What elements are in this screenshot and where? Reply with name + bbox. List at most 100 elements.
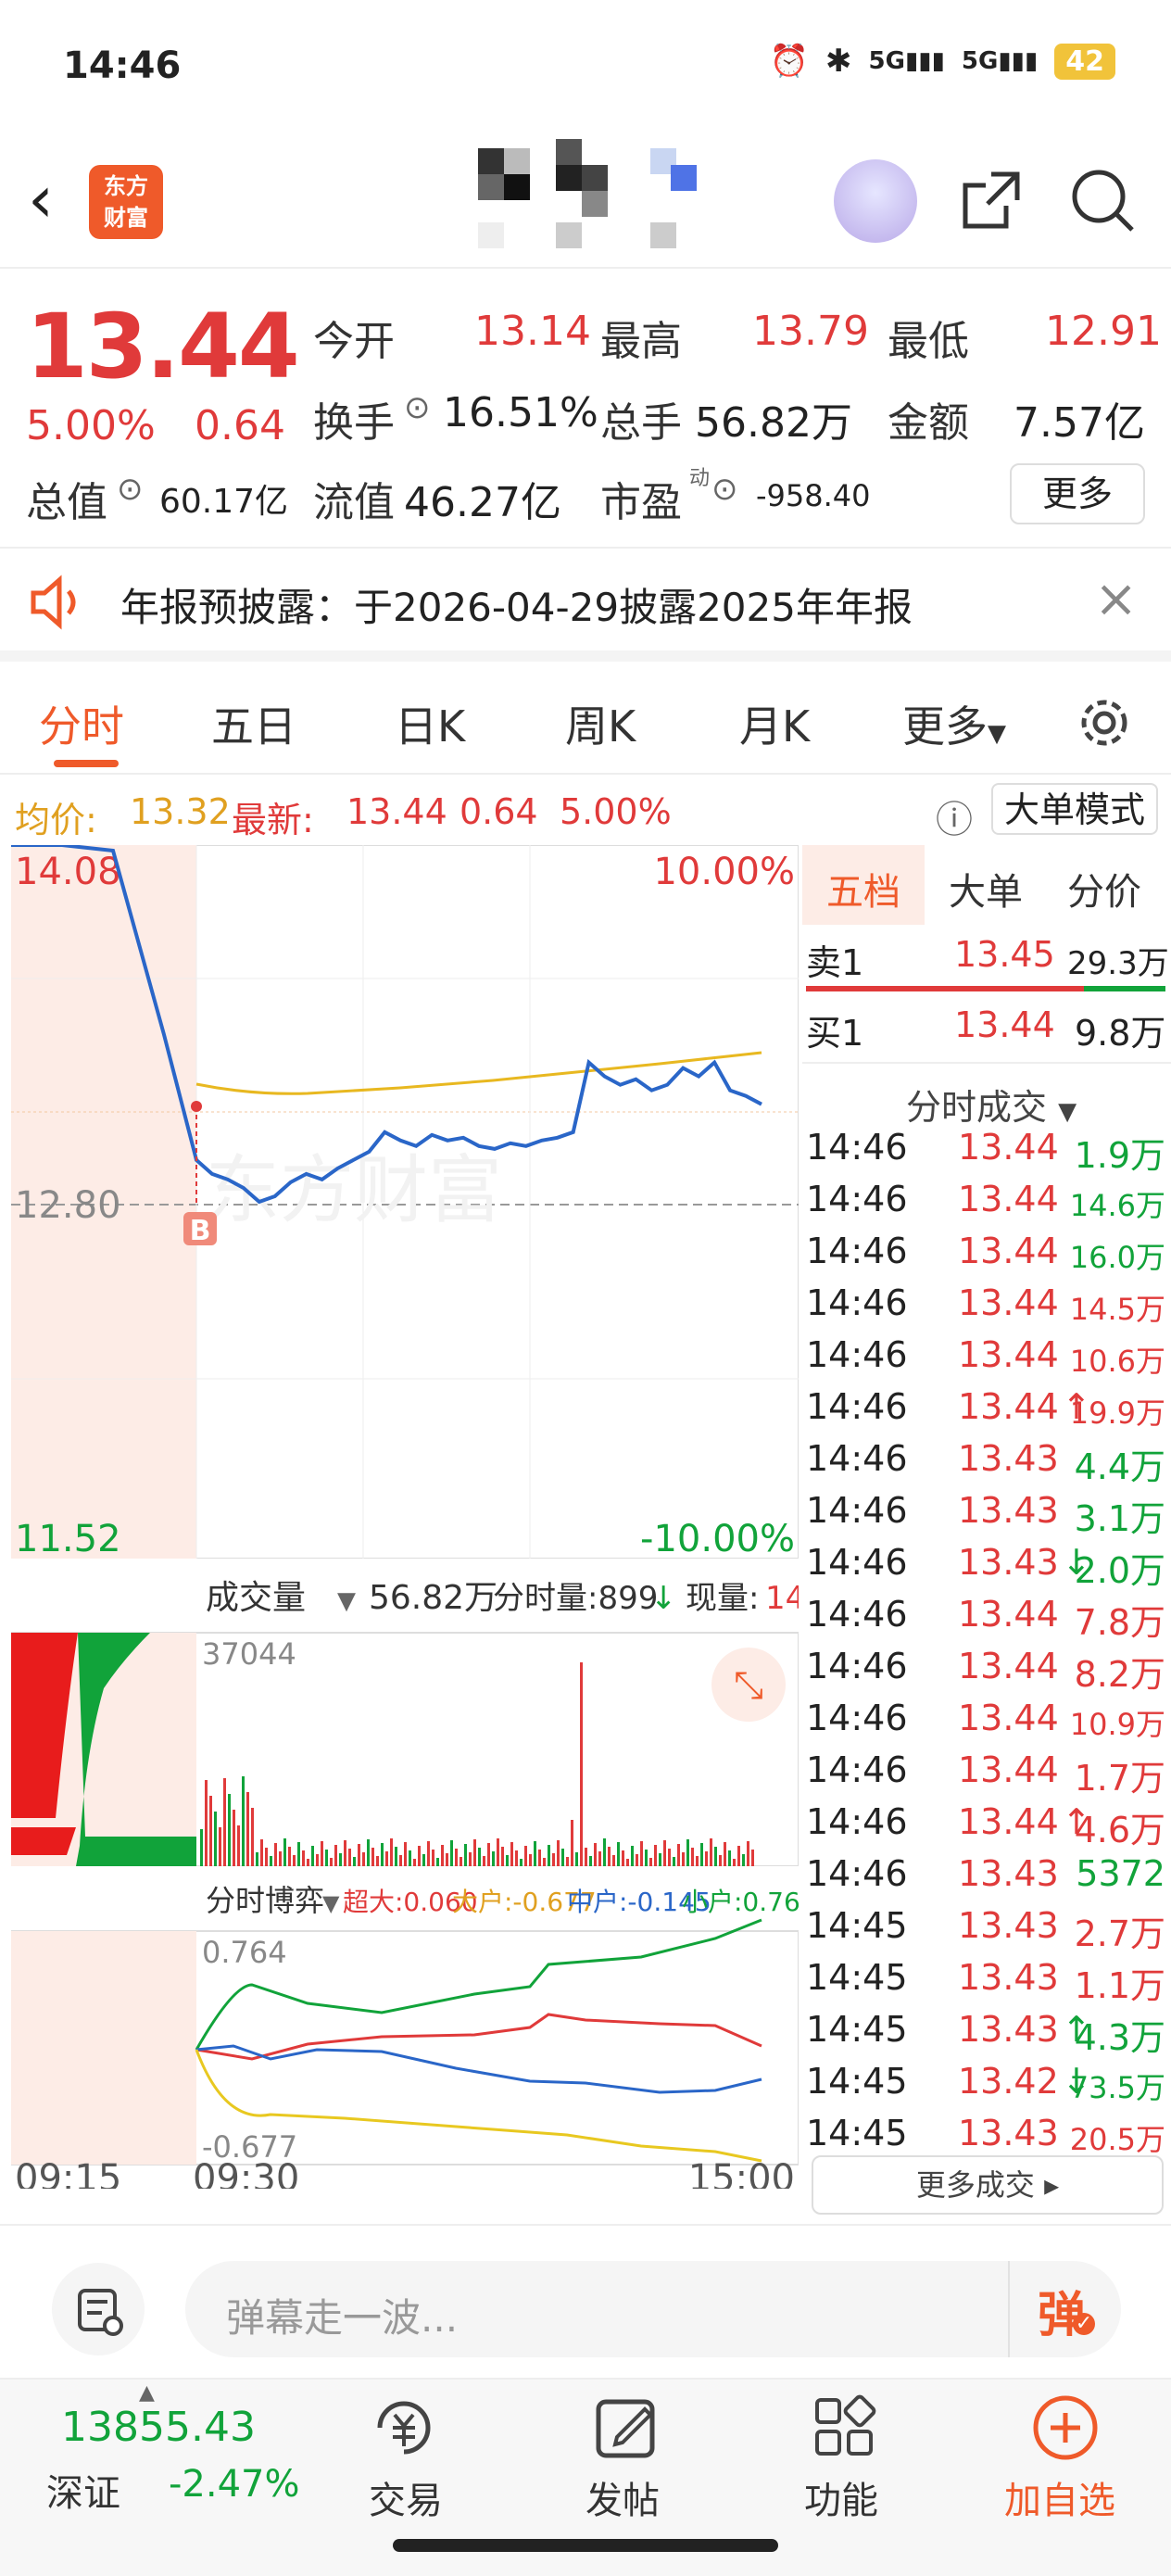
volume-bar <box>737 1846 740 1866</box>
pe-label: 市盈 <box>600 479 682 526</box>
volume-bar <box>585 1848 587 1866</box>
tab-daily-k[interactable]: 日K <box>395 693 465 754</box>
volume-bar <box>603 1838 606 1866</box>
volume-bar <box>200 1829 203 1866</box>
trade-icon[interactable] <box>367 2391 441 2465</box>
volume-bar <box>719 1855 722 1866</box>
tick-price: 13.43 <box>958 1542 1059 1583</box>
tick-volume: 5372 <box>1076 1853 1165 1894</box>
search-icon[interactable] <box>1065 163 1140 237</box>
pe-value: -958.40 <box>756 478 871 513</box>
volume-bar <box>242 1776 245 1866</box>
nav-trade-label[interactable]: 交易 <box>369 2470 443 2524</box>
tick-time: 14:46 <box>806 1853 908 1894</box>
change-pct: 5.00% <box>26 402 156 449</box>
volume-bar <box>742 1854 745 1866</box>
tab-price-dist[interactable]: 分价 <box>1067 862 1141 915</box>
volume-bar <box>598 1851 601 1866</box>
danmu-settings-button[interactable] <box>52 2263 145 2355</box>
functions-grid-icon[interactable] <box>808 2391 882 2465</box>
tick-volume: 20.5万 <box>1069 2122 1165 2157</box>
share-icon[interactable] <box>954 163 1028 237</box>
down-arrow-icon: ↓ <box>650 1580 677 1617</box>
flow-label[interactable]: 分时博弈 <box>206 1883 324 1918</box>
open-label: 今开 <box>313 318 395 365</box>
tick-time: 14:46 <box>806 1334 908 1375</box>
volume-bar <box>696 1856 699 1866</box>
tab-big-orders[interactable]: 大单 <box>949 862 1023 915</box>
tab-weekly-k[interactable]: 周K <box>565 693 636 754</box>
danmu-settings-icon <box>78 2289 123 2336</box>
volume-label[interactable]: 成交量 <box>206 1579 306 1617</box>
latest-value: 13.44 <box>346 791 447 832</box>
volume-bar <box>622 1850 624 1866</box>
nav-add-watchlist-label[interactable]: 加自选 <box>1004 2470 1115 2524</box>
big-order-mode-button[interactable]: 大单模式 <box>991 783 1158 835</box>
tick-price: 13.44 <box>958 1127 1059 1168</box>
robot-avatar-icon[interactable] <box>834 159 917 243</box>
volume-bar <box>501 1847 504 1866</box>
volume-bar <box>358 1844 360 1866</box>
help-icon[interactable]: ⓘ <box>936 789 973 843</box>
volume-bar <box>473 1839 476 1866</box>
ticks-title[interactable]: 分时成交 ▼ <box>906 1079 1077 1130</box>
market-cap-value: 60.17亿 <box>159 483 289 521</box>
status-time: 14:46 <box>63 44 182 87</box>
volume-bar <box>538 1850 541 1866</box>
tick-price: 13.44 <box>958 1801 1059 1842</box>
close-icon[interactable]: × <box>1094 569 1138 629</box>
ask-volume: 29.3万 <box>1067 945 1169 982</box>
expand-up-icon[interactable]: ▲ <box>139 2381 155 2405</box>
nav-functions-label[interactable]: 功能 <box>804 2470 878 2524</box>
back-icon[interactable]: ‹ <box>28 167 54 232</box>
bid-label: 买1 <box>806 1013 864 1054</box>
index-value[interactable]: 13855.43 <box>61 2404 256 2451</box>
expand-icon: ⤡ <box>734 1664 763 1707</box>
chevron-down-icon: ▼ <box>322 1890 340 1916</box>
avg-label: 均价: <box>15 800 97 840</box>
latest-label: 最新: <box>232 800 314 840</box>
intraday-chart[interactable]: 东方财富 14.08 12.80 11.52 10.00% -10.00% B … <box>11 845 799 2189</box>
info-icon[interactable]: ⊙ <box>711 471 738 508</box>
tab-more-label: 更多 <box>902 701 988 751</box>
danmu-input[interactable]: 弹幕走一波... 弹 ✓ <box>185 2261 1121 2357</box>
time-axis-start: 09:15 <box>15 2157 121 2189</box>
nav-post-label[interactable]: 发帖 <box>586 2470 660 2524</box>
volume-bar <box>751 1850 754 1866</box>
tick-row: 14:46 13.44 8.2万 <box>806 1646 1169 1698</box>
change-value: 0.64 <box>195 402 285 449</box>
info-icon[interactable]: ⊙ <box>404 389 431 426</box>
post-icon[interactable] <box>589 2391 663 2465</box>
add-watchlist-icon[interactable] <box>1026 2389 1104 2467</box>
volume-bar <box>436 1858 439 1866</box>
more-quote-button[interactable]: 更多 <box>1010 463 1145 524</box>
info-icon[interactable]: ⊙ <box>117 471 144 508</box>
tick-row: 14:46 13.44 10.9万 <box>806 1698 1169 1749</box>
volume-bar <box>659 1853 661 1866</box>
tick-row: 14:45 13.43 ↑ 4.3万 <box>806 2009 1169 2061</box>
tick-time: 14:46 <box>806 1749 908 1790</box>
volume-bar <box>376 1856 379 1866</box>
tab-intraday[interactable]: 分时 <box>39 693 124 754</box>
volume-bar <box>580 1662 583 1866</box>
price-axis-mid: 12.80 <box>15 1184 121 1227</box>
ask-row: 卖1 13.45 29.3万 <box>806 934 1169 986</box>
stock-name-mosaic <box>478 139 697 250</box>
notice-bar[interactable]: 年报预披露：于2026-04-29披露2025年年报 × <box>0 547 1171 662</box>
tick-volume: 19.9万 <box>1069 1395 1165 1431</box>
volume-bar <box>283 1838 286 1866</box>
volume-bar <box>654 1845 657 1866</box>
tab-five-day[interactable]: 五日 <box>211 693 296 754</box>
tick-row: 14:46 13.44 1.9万 <box>806 1127 1169 1179</box>
volume-bar <box>552 1853 555 1866</box>
tick-volume: 10.6万 <box>1069 1344 1165 1379</box>
volume-bar <box>432 1850 434 1866</box>
bluetooth-icon: ✱ <box>825 43 852 80</box>
volume-bar <box>561 1849 564 1866</box>
more-ticks-button[interactable]: 更多成交 ▸ <box>812 2155 1164 2215</box>
tab-more[interactable]: 更多▼ <box>902 693 1006 754</box>
settings-gear-icon[interactable] <box>1075 693 1134 752</box>
tab-five-levels[interactable]: 五档 <box>826 862 900 915</box>
volume-bar <box>404 1842 407 1866</box>
tab-monthly-k[interactable]: 月K <box>739 693 810 754</box>
